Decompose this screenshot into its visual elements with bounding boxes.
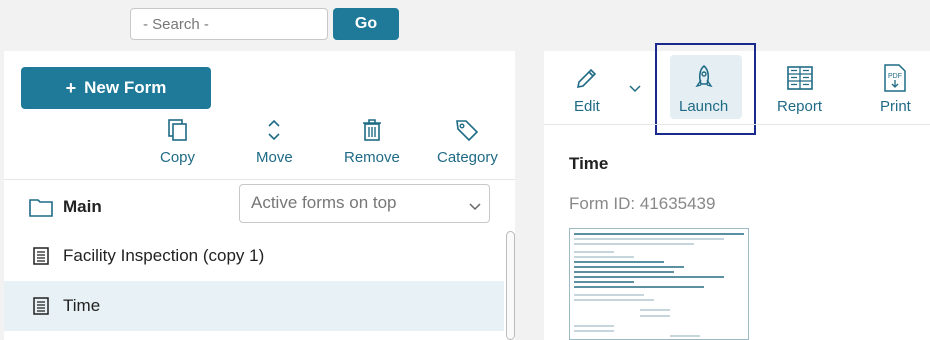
form-preview-thumbnail[interactable] <box>569 228 749 340</box>
move-label: Move <box>256 149 293 166</box>
form-name: Time <box>63 296 101 315</box>
folder-row-main[interactable]: Main Active forms on top <box>4 181 515 231</box>
go-button[interactable]: Go <box>333 8 399 40</box>
svg-text:PDF: PDF <box>888 73 902 80</box>
copy-label: Copy <box>160 149 196 166</box>
chevron-down-icon <box>469 197 481 217</box>
launch-focus-box <box>655 43 756 135</box>
new-form-label: New Form <box>84 78 167 97</box>
print-button[interactable]: PDF Print <box>880 53 911 123</box>
report-label: Report <box>777 98 823 115</box>
folder-label: Main <box>63 197 102 216</box>
edit-label: Edit <box>574 98 600 115</box>
new-form-button[interactable]: + New Form <box>21 67 211 109</box>
remove-button[interactable]: Remove <box>344 117 400 169</box>
trash-icon <box>360 117 384 143</box>
copy-button[interactable]: Copy <box>160 117 195 169</box>
form-icon <box>33 297 49 320</box>
folder-icon <box>29 197 53 222</box>
form-list-item-selected[interactable]: Time <box>4 281 504 331</box>
edit-button[interactable]: Edit <box>574 53 600 123</box>
chevron-down-icon[interactable] <box>629 81 641 99</box>
scrollbar[interactable] <box>506 231 515 340</box>
pencil-icon <box>575 63 599 93</box>
search-input[interactable] <box>130 8 328 40</box>
report-icon <box>786 63 813 93</box>
pdf-icon: PDF <box>883 63 907 93</box>
print-label: Print <box>880 98 911 115</box>
tag-icon <box>455 117 479 143</box>
sort-select[interactable]: Active forms on top <box>239 184 490 223</box>
forms-panel: + New Form Copy Move Remove Category Mai… <box>4 51 515 340</box>
divider <box>4 179 515 180</box>
form-title: Time <box>569 154 609 173</box>
remove-label: Remove <box>344 149 400 166</box>
plus-icon: + <box>65 77 77 98</box>
divider <box>544 124 930 125</box>
form-icon <box>33 247 49 270</box>
category-label: Category <box>437 149 498 166</box>
category-button[interactable]: Category <box>437 117 498 169</box>
form-name: Facility Inspection (copy 1) <box>63 246 265 265</box>
move-button[interactable]: Move <box>256 117 293 169</box>
copy-icon <box>166 117 190 143</box>
form-id: Form ID: 41635439 <box>569 194 716 213</box>
report-button[interactable]: Report <box>777 53 822 123</box>
form-list-item[interactable]: Facility Inspection (copy 1) <box>4 231 504 281</box>
form-detail-panel: Edit Launch Report PDF Print Time Form I… <box>544 43 930 340</box>
move-icon <box>262 117 286 143</box>
sort-select-value: Active forms on top <box>251 193 397 212</box>
